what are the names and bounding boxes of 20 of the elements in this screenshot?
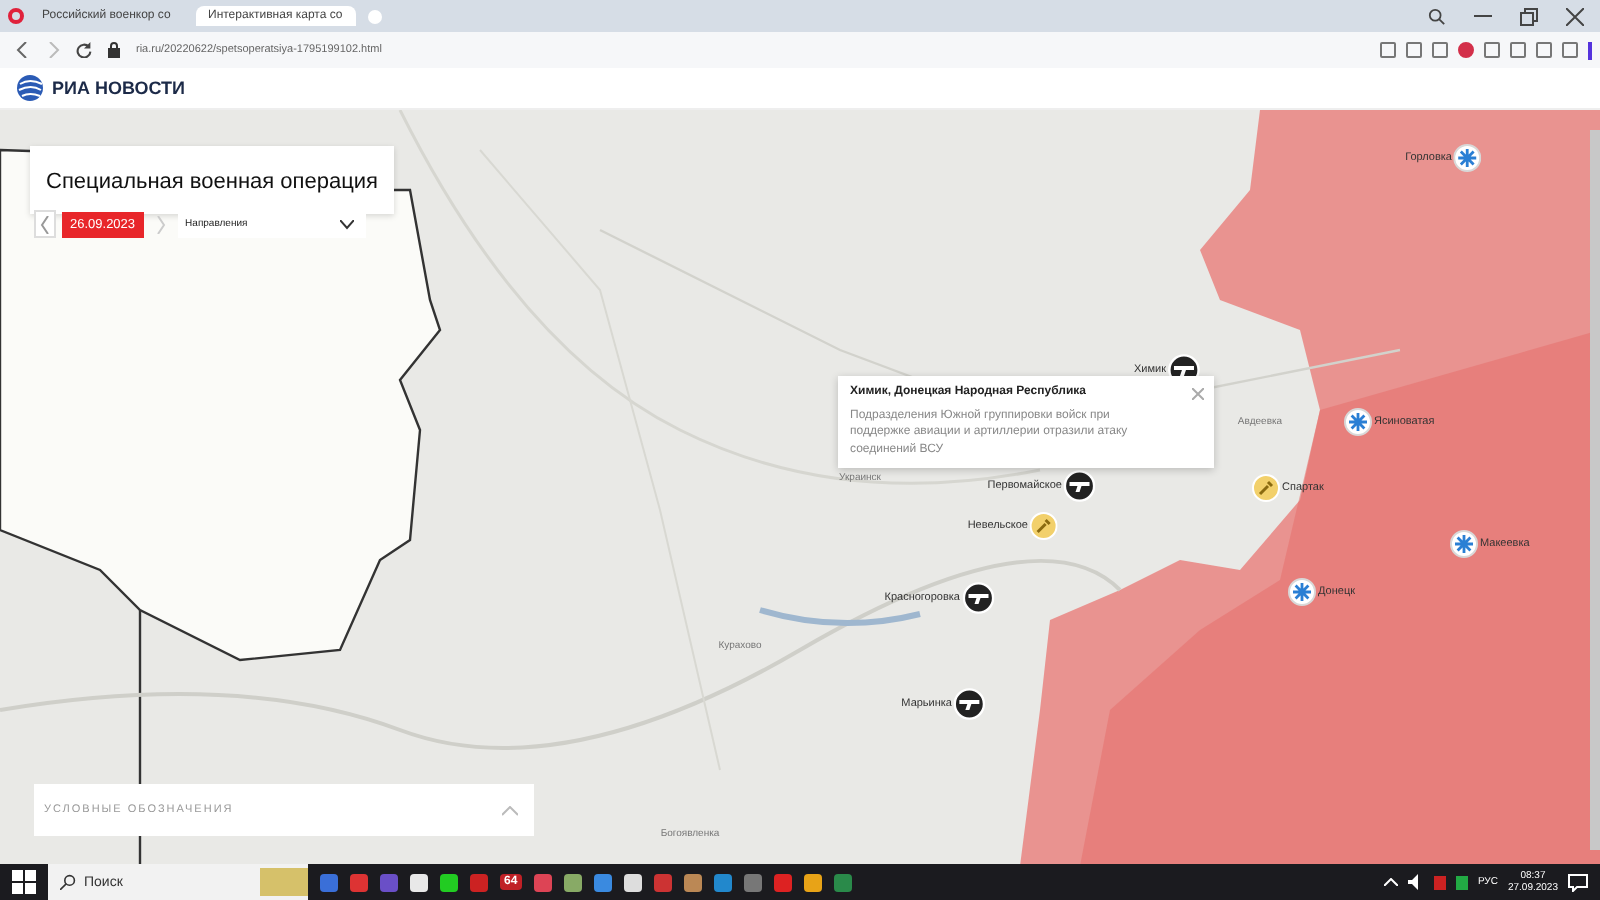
notification-icon[interactable] <box>1568 873 1588 891</box>
restore-icon[interactable] <box>1520 7 1538 25</box>
search-icon[interactable] <box>1428 7 1446 25</box>
scrollbar[interactable] <box>1590 130 1600 850</box>
minimize-icon[interactable] <box>1474 14 1492 18</box>
browser-logo-icon[interactable] <box>8 8 24 24</box>
reload-icon[interactable] <box>76 42 92 58</box>
previous-date-button[interactable] <box>34 210 56 238</box>
lock-icon <box>108 42 120 58</box>
globe-logo-icon[interactable] <box>16 74 44 102</box>
search-icon[interactable] <box>60 874 76 890</box>
extension-icon[interactable] <box>1562 42 1578 58</box>
speaker-icon[interactable] <box>1407 874 1424 890</box>
caret-icon[interactable] <box>339 219 354 229</box>
chevron-left-icon[interactable] <box>40 215 50 233</box>
map-title: Специальная военная операция <box>46 170 378 194</box>
windows-start-icon[interactable] <box>12 870 36 894</box>
close-icon[interactable] <box>1566 7 1584 25</box>
site-logo[interactable]: РИА НОВОСТИ <box>52 78 185 98</box>
back-icon[interactable] <box>16 42 30 58</box>
